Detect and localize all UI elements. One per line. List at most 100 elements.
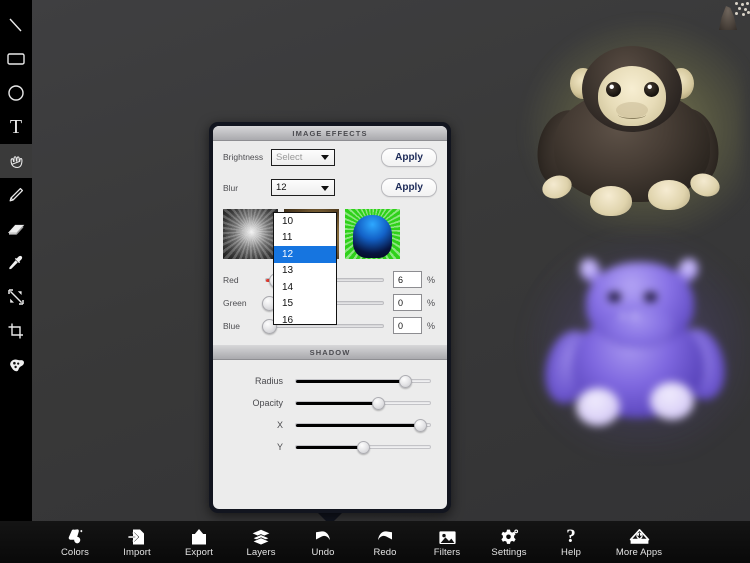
blur-option-14[interactable]: 14: [274, 279, 336, 296]
blur-option-11[interactable]: 11: [274, 230, 336, 247]
blur-select[interactable]: 12: [271, 179, 335, 196]
chimp-plush-image[interactable]: [520, 16, 744, 235]
blur-option-13[interactable]: 13: [274, 263, 336, 280]
toolbar-button-filters[interactable]: Filters: [416, 521, 478, 563]
pencil-icon: [9, 187, 24, 202]
toolbar-button-help[interactable]: ? Help: [540, 521, 602, 563]
sidebar-item-text-tool[interactable]: T: [0, 110, 32, 144]
image-editor-app: T IMAGE EFFECTS Brightness Select Apply …: [0, 0, 750, 563]
export-arrow-icon: [190, 527, 208, 546]
toolbar-button-more-apps[interactable]: More Apps: [602, 521, 676, 563]
sidebar-item-hand-tool[interactable]: [0, 144, 32, 178]
blur-option-10[interactable]: 10: [274, 213, 336, 230]
crop-icon: [8, 323, 23, 339]
filter-thumb-popart[interactable]: [345, 209, 400, 259]
blur-apply-label: Apply: [395, 182, 423, 193]
toolbar-button-import[interactable]: Import: [106, 521, 168, 563]
chimp-right-foot: [648, 180, 690, 210]
toolbar-label-filters: Filters: [433, 546, 461, 558]
opacity-slider-knob[interactable]: [371, 396, 385, 410]
toolbar-button-export[interactable]: Export: [168, 521, 230, 563]
hippo-plush-image[interactable]: [524, 234, 750, 452]
blur-option-12[interactable]: 12: [274, 246, 336, 263]
x-slider-track[interactable]: [295, 418, 431, 432]
toolbar-label-layers: Layers: [246, 546, 276, 558]
image-effects-title: IMAGE EFFECTS: [292, 128, 368, 138]
toolbar-button-layers[interactable]: Layers: [230, 521, 292, 563]
sidebar-item-pencil-tool[interactable]: [0, 178, 32, 212]
opacity-slider-track[interactable]: [295, 396, 431, 410]
brightness-label: Brightness: [223, 152, 264, 162]
blur-option-16[interactable]: 16: [274, 312, 336, 324]
blur-option-15[interactable]: 15: [274, 296, 336, 313]
blur-label: Blur: [223, 182, 239, 193]
blur-row: Blur 12 Apply: [213, 173, 447, 202]
red-value-input[interactable]: 6: [393, 271, 422, 288]
brightness-row: Brightness Select Apply: [213, 141, 447, 173]
y-label: Y: [276, 442, 283, 452]
bottom-toolbar: Colors Import Export Layers Undo Redo Fi…: [0, 521, 750, 563]
hand-icon: [10, 155, 22, 168]
y-slider-fill: [296, 446, 363, 449]
sidebar-item-line-tool[interactable]: [0, 8, 32, 42]
toolbar-button-settings[interactable]: Settings: [478, 521, 540, 563]
blue-value-input[interactable]: 0: [393, 317, 422, 334]
shadow-header: SHADOW: [213, 345, 447, 360]
toolbar-label-help: Help: [561, 546, 581, 558]
chimp-right-eye: [644, 82, 659, 97]
toolbar-label-undo: Undo: [311, 546, 335, 558]
y-slider-row: Y: [213, 436, 447, 458]
blob-clone-icon: [9, 359, 24, 372]
shadow-title: SHADOW: [309, 347, 351, 357]
sidebar-item-resize-tool[interactable]: [0, 280, 32, 314]
radius-slider-row: Radius: [213, 370, 447, 392]
sidebar-item-crop-tool[interactable]: [0, 314, 32, 348]
green-unit-label: %: [427, 297, 436, 308]
hippo-snout: [604, 304, 674, 348]
opacity-slider-fill: [296, 402, 378, 405]
y-slider-track[interactable]: [295, 440, 431, 454]
x-slider-knob[interactable]: [414, 418, 428, 432]
sidebar-item-eraser-tool[interactable]: [0, 212, 32, 246]
hippo-left-foot: [576, 388, 620, 426]
sidebar-item-rectangle-tool[interactable]: [0, 42, 32, 76]
hippo-left-eye: [608, 292, 621, 302]
toolbar-button-redo[interactable]: Redo: [354, 521, 416, 563]
tool-sidebar: T: [0, 0, 32, 521]
image-effects-header: IMAGE EFFECTS: [213, 126, 447, 141]
hippo-right-nostril: [632, 314, 637, 318]
chevron-down-icon: [321, 185, 329, 191]
image-effects-body: Brightness Select Apply Blur 12 Apply Re…: [213, 141, 447, 337]
toolbar-button-undo[interactable]: Undo: [292, 521, 354, 563]
eyedropper-icon: [9, 255, 23, 270]
red-label: Red: [223, 274, 239, 285]
gear-icon: [499, 527, 519, 546]
blur-apply-button[interactable]: Apply: [381, 178, 437, 197]
brightness-apply-label: Apply: [395, 151, 423, 163]
shadow-body: Radius Opacity X Y: [213, 360, 447, 458]
filter-thumb-grayscale[interactable]: [223, 209, 278, 259]
toolbar-button-colors[interactable]: Colors: [44, 521, 106, 563]
sidebar-item-clone-tool[interactable]: [0, 348, 32, 382]
radius-slider-knob[interactable]: [399, 374, 413, 388]
sidebar-item-ellipse-tool[interactable]: [0, 76, 32, 110]
brightness-select[interactable]: Select: [271, 148, 335, 166]
blur-select-value: 12: [276, 182, 287, 193]
hippo-right-eye: [644, 292, 657, 302]
opacity-slider-row: Opacity: [213, 392, 447, 414]
sidebar-item-eyedropper-tool[interactable]: [0, 246, 32, 280]
green-value-input[interactable]: 0: [393, 294, 422, 311]
blur-dropdown-list[interactable]: 10 11 12 13 14 15 16: [273, 212, 337, 325]
y-slider-knob[interactable]: [356, 440, 370, 454]
text-icon: T: [9, 116, 23, 138]
toolbar-label-more-apps: More Apps: [615, 546, 663, 558]
blue-unit-label: %: [427, 320, 436, 331]
image-effects-popover: IMAGE EFFECTS Brightness Select Apply Bl…: [209, 122, 451, 513]
import-arrow-icon: [128, 527, 146, 546]
redo-arrow-icon: [375, 527, 395, 546]
picture-icon: [438, 527, 457, 546]
blue-label: Blue: [223, 320, 241, 331]
brightness-apply-button[interactable]: Apply: [381, 147, 437, 167]
paint-bucket-icon: [66, 527, 85, 546]
radius-slider-track[interactable]: [295, 374, 431, 388]
